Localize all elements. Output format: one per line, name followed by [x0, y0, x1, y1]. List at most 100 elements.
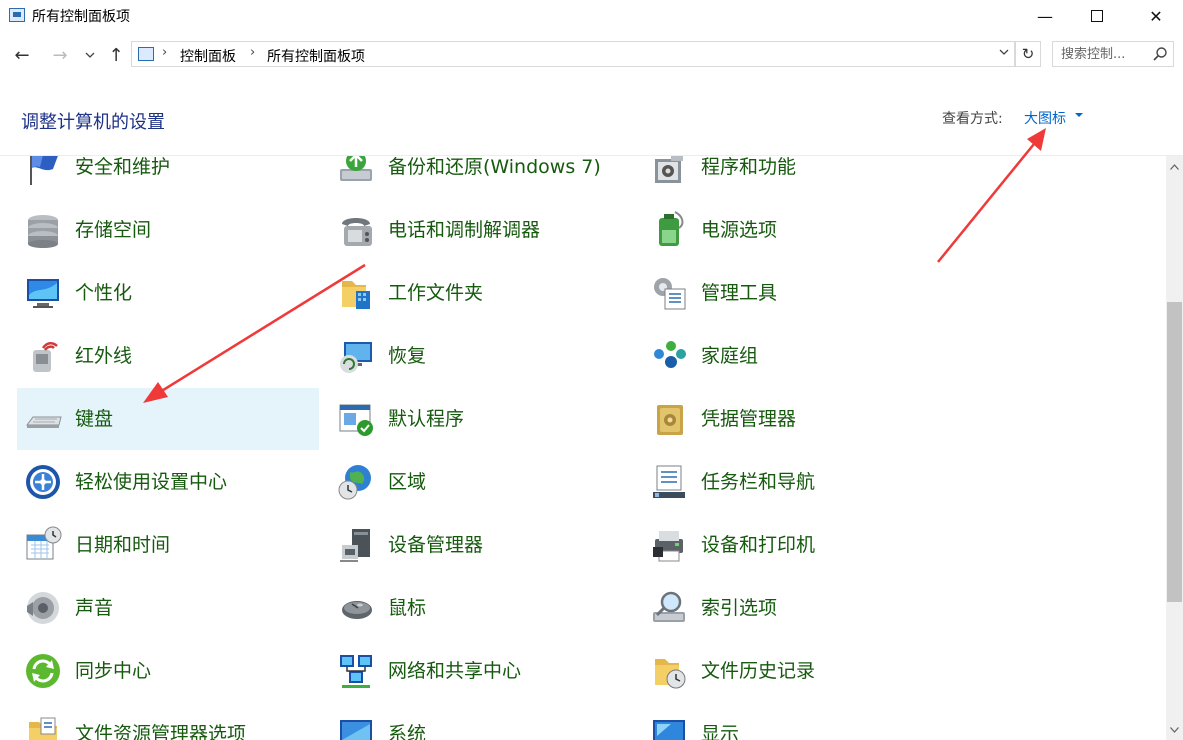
- control-panel-item[interactable]: 恢复: [330, 325, 632, 387]
- chevron-up-icon: [1170, 163, 1179, 170]
- refresh-button[interactable]: ↻: [1015, 41, 1041, 67]
- maximize-button[interactable]: [1074, 0, 1120, 32]
- control-panel-item-label: 个性化: [75, 282, 133, 304]
- up-button[interactable]: ↑: [104, 44, 128, 66]
- breadcrumb-all-items[interactable]: 所有控制面板项: [267, 46, 365, 66]
- control-panel-item-label: 电源选项: [701, 219, 778, 241]
- file-history-icon: [655, 659, 686, 689]
- control-panel-item-label: 工作文件夹: [388, 282, 484, 304]
- control-panel-item[interactable]: 网络和共享中心: [330, 640, 632, 702]
- control-panel-item[interactable]: 设备管理器: [330, 514, 632, 576]
- chevron-down-icon: [1170, 726, 1179, 733]
- speaker-icon: [27, 592, 59, 624]
- infrared-icon: [33, 342, 58, 372]
- control-panel-item-label: 设备和打印机: [701, 534, 816, 556]
- control-panel-item-label: 任务栏和导航: [701, 471, 816, 493]
- control-panel-item[interactable]: 鼠标: [330, 577, 632, 639]
- minimize-button[interactable]: —: [1022, 0, 1068, 32]
- maximize-icon: [1091, 10, 1103, 22]
- breadcrumb-separator: ›: [162, 45, 168, 60]
- control-panel-item-label: 设备管理器: [388, 534, 484, 556]
- control-panel-item[interactable]: 安全和维护: [17, 156, 319, 198]
- display-icon: [653, 720, 685, 740]
- window-title: 所有控制面板项: [32, 9, 130, 25]
- control-panel-item[interactable]: 工作文件夹: [330, 262, 632, 324]
- control-panel-item[interactable]: 轻松使用设置中心: [17, 451, 319, 513]
- control-panel-item-label: 日期和时间: [75, 534, 171, 556]
- control-panel-item[interactable]: 个性化: [17, 262, 319, 324]
- control-panel-item-label: 文件历史记录: [701, 660, 816, 682]
- chevron-down-icon: [999, 49, 1009, 55]
- taskbar-icon: [653, 465, 685, 498]
- recent-locations-button[interactable]: [82, 44, 98, 66]
- ease-of-access-icon: [26, 465, 60, 499]
- view-by-dropdown[interactable]: 大图标: [1024, 108, 1066, 128]
- control-panel-item[interactable]: 文件历史记录: [643, 640, 945, 702]
- search-input[interactable]: [1053, 42, 1151, 66]
- page-title: 调整计算机的设置: [21, 112, 165, 133]
- chevron-down-icon: [85, 52, 95, 58]
- battery-icon: [659, 211, 684, 246]
- vertical-scrollbar[interactable]: [1166, 156, 1183, 740]
- control-panel-item-label: 轻松使用设置中心: [75, 471, 228, 493]
- control-panel-items: 安全和维护 备份和还原(Windows 7) 程序和功能存储空间 电话和调制解调器 电源…: [0, 156, 1166, 740]
- control-panel-item-label: 声音: [75, 597, 114, 619]
- page-header: 调整计算机的设置 查看方式: 大图标: [0, 80, 1183, 156]
- control-panel-item[interactable]: 日期和时间: [17, 514, 319, 576]
- control-panel-item[interactable]: 同步中心: [17, 640, 319, 702]
- back-button[interactable]: ←: [10, 44, 34, 66]
- control-panel-item-label: 凭据管理器: [701, 408, 797, 430]
- control-panel-item[interactable]: 系统: [330, 703, 632, 740]
- control-panel-item-label: 存储空间: [75, 219, 152, 241]
- printer-icon: [653, 531, 683, 562]
- folder-options-icon: [29, 717, 57, 740]
- control-panel-item-label: 系统: [388, 723, 427, 740]
- control-panel-item[interactable]: 显示: [643, 703, 945, 740]
- search-box: [1052, 41, 1174, 67]
- control-panel-item-label: 程序和功能: [701, 156, 797, 178]
- control-panel-item[interactable]: 文件资源管理器选项: [17, 703, 319, 740]
- control-panel-item[interactable]: 程序和功能: [643, 156, 945, 198]
- control-panel-item[interactable]: 区域: [330, 451, 632, 513]
- scrollbar-thumb[interactable]: [1167, 302, 1182, 602]
- control-panel-item[interactable]: 键盘: [17, 388, 319, 450]
- default-programs-icon: [339, 404, 373, 436]
- control-panel-item[interactable]: 索引选项: [643, 577, 945, 639]
- search-icon[interactable]: [1152, 46, 1168, 62]
- control-panel-item-label: 区域: [388, 471, 427, 493]
- scroll-down-button[interactable]: [1166, 721, 1183, 738]
- keyboard-icon: [26, 416, 62, 428]
- control-panel-item-label: 显示: [701, 723, 740, 740]
- network-icon: [340, 655, 372, 688]
- flag-icon: [30, 156, 58, 185]
- homegroup-icon: [654, 341, 686, 368]
- control-panel-item[interactable]: 凭据管理器: [643, 388, 945, 450]
- control-panel-item-label: 恢复: [388, 345, 427, 367]
- control-panel-item[interactable]: 声音: [17, 577, 319, 639]
- control-panel-item[interactable]: 默认程序: [330, 388, 632, 450]
- control-panel-item[interactable]: 家庭组: [643, 325, 945, 387]
- calendar-clock-icon: [26, 526, 62, 560]
- recovery-monitor-icon: [340, 342, 372, 373]
- control-panel-item[interactable]: 电源选项: [643, 199, 945, 261]
- control-panel-item-label: 键盘: [75, 408, 114, 430]
- address-dropdown-button[interactable]: [998, 45, 1010, 62]
- breadcrumb-control-panel[interactable]: 控制面板: [180, 46, 236, 66]
- control-panel-item[interactable]: 管理工具: [643, 262, 945, 324]
- globe-clock-icon: [338, 465, 371, 500]
- control-panel-item-label: 安全和维护: [75, 156, 171, 178]
- control-panel-item[interactable]: 任务栏和导航: [643, 451, 945, 513]
- control-panel-icon: [9, 8, 25, 22]
- control-panel-item[interactable]: 存储空间: [17, 199, 319, 261]
- address-bar[interactable]: › 控制面板 › 所有控制面板项: [131, 41, 1015, 67]
- admin-tools-icon: [654, 278, 686, 310]
- control-panel-item[interactable]: 电话和调制解调器: [330, 199, 632, 261]
- forward-button[interactable]: →: [48, 44, 72, 66]
- work-folder-icon: [342, 281, 370, 309]
- close-button[interactable]: ✕: [1133, 0, 1179, 32]
- scroll-up-button[interactable]: [1166, 158, 1183, 175]
- control-panel-item[interactable]: 红外线: [17, 325, 319, 387]
- control-panel-item[interactable]: 备份和还原(Windows 7): [330, 156, 632, 198]
- control-panel-item[interactable]: 设备和打印机: [643, 514, 945, 576]
- title-bar: 所有控制面板项 — ✕: [0, 0, 1183, 32]
